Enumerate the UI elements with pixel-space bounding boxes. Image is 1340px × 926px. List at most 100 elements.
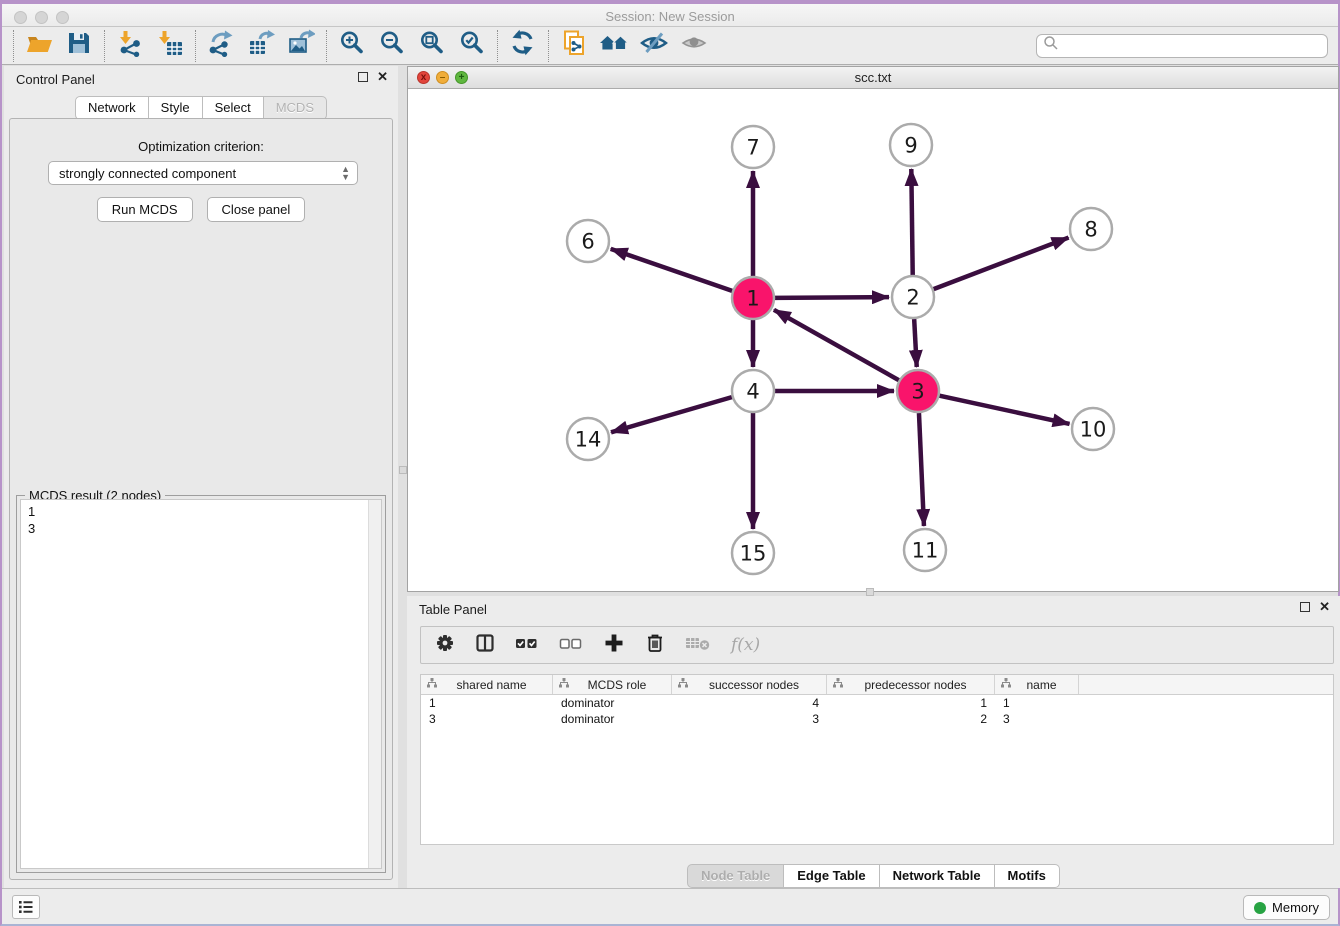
cell-name[interactable]: 3 [995, 711, 1079, 727]
tab-network[interactable]: Network [75, 96, 149, 120]
float-panel-icon[interactable] [358, 72, 368, 82]
memory-button[interactable]: Memory [1243, 895, 1330, 920]
cell-shared-name[interactable]: 3 [421, 711, 553, 727]
save-session-button[interactable] [59, 30, 99, 62]
node-7[interactable]: 7 [732, 126, 774, 168]
cell-predecessor-nodes[interactable]: 1 [827, 695, 995, 711]
destroy-table-button[interactable] [685, 634, 711, 657]
cell-name[interactable]: 1 [995, 695, 1079, 711]
table-row[interactable]: 3dominator323 [421, 711, 1333, 727]
eye-disabled-icon [680, 29, 708, 62]
apply-layout-button[interactable] [503, 30, 543, 62]
create-column-button[interactable] [603, 632, 625, 659]
close-panel-icon[interactable]: ✕ [377, 72, 388, 82]
edge-1-2[interactable] [775, 297, 889, 298]
show-graphics-button[interactable] [674, 30, 714, 62]
edge-2-8[interactable] [934, 238, 1069, 290]
edge-4-14[interactable] [611, 397, 732, 432]
zoom-out-icon [378, 29, 406, 62]
edge-3-11[interactable] [919, 413, 924, 526]
node-10[interactable]: 10 [1072, 408, 1114, 450]
cell-successor-nodes[interactable]: 4 [672, 695, 827, 711]
splitter-handle-vertical[interactable] [399, 466, 407, 474]
function-builder-button[interactable]: f(x) [731, 635, 760, 655]
import-network-button[interactable] [110, 30, 150, 62]
column-header-predecessor-nodes[interactable]: predecessor nodes [827, 675, 995, 694]
toolbar-search[interactable] [1036, 34, 1328, 58]
edge-2-9[interactable] [911, 169, 912, 275]
close-panel-button[interactable]: Close panel [207, 197, 306, 222]
column-sort-icon [1000, 677, 1015, 692]
edge-3-10[interactable] [939, 396, 1069, 424]
tab-node-table[interactable]: Node Table [687, 864, 784, 888]
home-networks-button[interactable] [594, 30, 634, 62]
delete-column-button[interactable] [645, 632, 665, 659]
deselect-all-columns-button[interactable] [559, 633, 583, 658]
node-14[interactable]: 14 [567, 418, 609, 460]
svg-text:1: 1 [746, 287, 759, 311]
node-2[interactable]: 2 [892, 276, 934, 318]
zoom-selected-button[interactable] [452, 30, 492, 62]
network-graph[interactable]: 7 9 6 8 1 2 4 3 14 10 15 11 [408, 89, 1338, 592]
zoom-fit-button[interactable] [412, 30, 452, 62]
column-header-successor-nodes[interactable]: successor nodes [672, 675, 827, 694]
network-canvas[interactable]: 7 9 6 8 1 2 4 3 14 10 15 11 [408, 89, 1338, 591]
open-session-button[interactable] [19, 30, 59, 62]
table-settings-button[interactable] [435, 633, 455, 658]
node-6[interactable]: 6 [567, 220, 609, 262]
svg-text:7: 7 [746, 136, 759, 160]
control-panel-title: Control Panel [16, 72, 95, 87]
tab-network-table[interactable]: Network Table [880, 864, 995, 888]
criterion-value: strongly connected component [59, 166, 236, 181]
tab-mcds[interactable]: MCDS [264, 96, 327, 120]
edge-3-1[interactable] [774, 310, 899, 380]
node-4[interactable]: 4 [732, 370, 774, 412]
memory-label: Memory [1272, 900, 1319, 915]
table-row[interactable]: 1dominator411 [421, 695, 1333, 711]
mcds-panel: Optimization criterion: strongly connect… [9, 118, 393, 880]
node-9[interactable]: 9 [890, 124, 932, 166]
tab-motifs[interactable]: Motifs [995, 864, 1060, 888]
table-toolbar: f(x) [420, 626, 1334, 664]
cell-MCDS-role[interactable]: dominator [553, 711, 672, 727]
task-history-button[interactable] [12, 895, 40, 919]
hide-graphics-button[interactable] [634, 30, 674, 62]
export-table-button[interactable] [241, 30, 281, 62]
cell-successor-nodes[interactable]: 3 [672, 711, 827, 727]
node-15[interactable]: 15 [732, 532, 774, 574]
cell-predecessor-nodes[interactable]: 2 [827, 711, 995, 727]
cell-shared-name[interactable]: 1 [421, 695, 553, 711]
criterion-select[interactable]: strongly connected component ▲▼ [48, 161, 358, 185]
select-all-columns-button[interactable] [515, 633, 539, 658]
node-11[interactable]: 11 [904, 529, 946, 571]
export-network-button[interactable] [201, 30, 241, 62]
node-table[interactable]: shared nameMCDS rolesuccessor nodesprede… [420, 674, 1334, 845]
tab-select[interactable]: Select [203, 96, 264, 120]
import-network-icon [116, 29, 144, 62]
close-table-panel-icon[interactable]: ✕ [1319, 602, 1330, 612]
import-table-button[interactable] [150, 30, 190, 62]
network-titlebar[interactable]: x – + scc.txt [408, 67, 1338, 89]
edge-2-3[interactable] [914, 319, 917, 367]
node-3[interactable]: 3 [897, 370, 939, 412]
tab-edge-table[interactable]: Edge Table [784, 864, 879, 888]
column-header-shared-name[interactable]: shared name [421, 675, 553, 694]
network-from-selection-button[interactable] [554, 30, 594, 62]
node-8[interactable]: 8 [1070, 208, 1112, 250]
node-1[interactable]: 1 [732, 277, 774, 319]
search-input[interactable] [1059, 38, 1321, 53]
edge-1-6[interactable] [611, 249, 733, 291]
export-image-button[interactable] [281, 30, 321, 62]
column-header-name[interactable]: name [995, 675, 1079, 694]
mcds-result-box[interactable]: 1 3 [20, 499, 382, 869]
cell-MCDS-role[interactable]: dominator [553, 695, 672, 711]
show-columns-button[interactable] [475, 633, 495, 658]
result-scrollbar[interactable] [368, 500, 381, 868]
float-table-panel-icon[interactable] [1300, 602, 1310, 612]
tab-style[interactable]: Style [149, 96, 203, 120]
splitter-handle-horizontal[interactable] [866, 588, 874, 596]
zoom-out-button[interactable] [372, 30, 412, 62]
column-header-MCDS-role[interactable]: MCDS role [553, 675, 672, 694]
run-mcds-button[interactable]: Run MCDS [97, 197, 193, 222]
zoom-in-button[interactable] [332, 30, 372, 62]
